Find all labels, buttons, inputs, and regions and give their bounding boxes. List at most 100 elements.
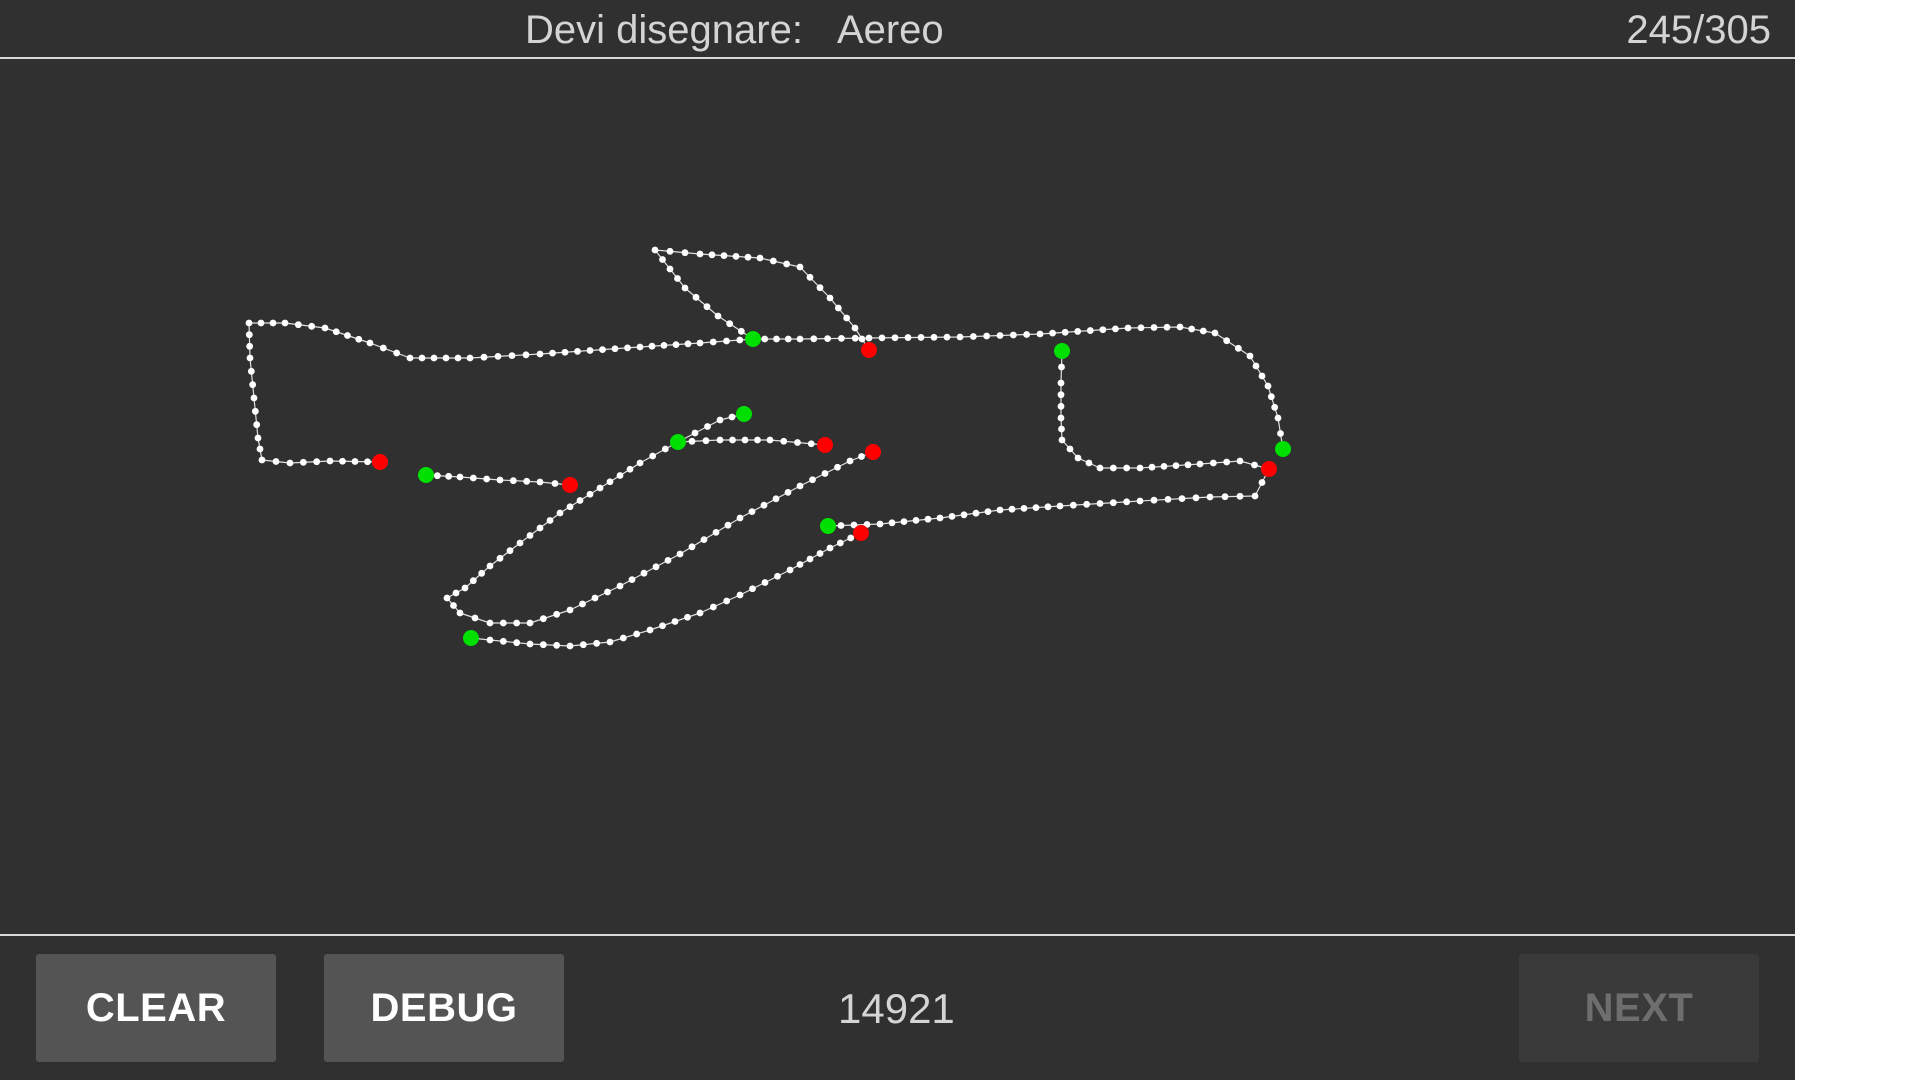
stroke-dot [688,437,696,445]
stroke-dot [456,609,464,617]
stroke-dot [442,354,450,362]
stroke-dot [672,341,680,348]
stroke-dot [591,594,599,602]
stroke-start-marker [736,406,752,422]
stroke-dot [660,342,668,349]
stroke-dot [313,458,321,466]
stroke-dot [783,260,791,268]
stroke-dot [1199,327,1207,335]
stroke-dot [748,508,756,515]
stroke-dot [688,543,696,551]
next-button[interactable]: NEXT [1519,954,1759,1062]
progress-counter: 245/305 [1626,8,1771,52]
stroke-dot [780,437,788,445]
drawing-app: Devi disegnare: Aereo 245/305 CLEAR DEBUG… [0,0,1795,1080]
stroke-start-marker [1275,441,1291,457]
stroke-dot [720,252,728,259]
stroke-dot [1252,362,1260,370]
stroke-dot [513,619,521,627]
clear-button[interactable]: CLEAR [36,954,276,1062]
stroke-start-marker [745,331,761,347]
stroke-dot [900,518,908,525]
stroke-dot [1137,324,1145,332]
stroke-dot [671,618,679,625]
footer-bar: CLEAR DEBUG 14921 NEXT [0,934,1795,1080]
stroke-dot [704,423,711,430]
stroke-dot [553,641,561,649]
stroke-dot [272,458,280,465]
stroke-dot [579,641,587,649]
stroke-dot [924,515,932,523]
stroke-dot [847,534,855,542]
stroke-dot [858,335,866,343]
stroke-dot [606,478,614,486]
header-bar: Devi disegnare: Aereo 245/305 [0,0,1795,59]
stroke-dot [566,503,574,511]
stroke-dot [1150,324,1158,331]
stroke-dot [943,333,951,341]
stroke-dot [461,584,469,592]
stroke-dot [726,320,734,328]
stroke-dot [1074,454,1082,462]
stroke-dot [245,319,253,327]
stroke-dot [1251,492,1259,500]
stroke-start-marker [418,467,434,483]
stroke-dot [1058,363,1065,371]
stroke-dot [784,335,792,343]
stroke-dot [1211,329,1219,337]
stroke-dot [826,544,834,552]
stroke-dot [1234,344,1242,352]
stroke-dot [809,476,816,484]
stroke-dot [766,436,774,444]
stroke-dot [606,638,614,646]
stroke-dot [456,473,464,481]
stroke-dot [1057,402,1065,410]
stroke-dot [651,246,659,254]
stroke-dot [483,475,491,483]
stroke-dot [1057,414,1065,422]
stroke-end-marker [372,454,388,470]
stroke-dot [1044,503,1052,511]
stroke-dot [836,539,844,547]
stroke-dot [452,589,460,597]
stroke-dot [1277,430,1284,437]
stroke-dot [379,344,387,352]
stroke-dot [724,521,732,529]
stroke-dot [546,517,554,524]
stroke-dot [393,349,401,357]
stroke-dot [522,351,530,359]
stroke-end-marker [865,444,881,460]
stroke-dot [526,619,534,627]
stroke-dot [579,600,586,608]
stroke-dot [796,263,804,271]
stroke-dot [1274,414,1282,422]
stroke-dot [834,304,842,312]
stroke-dot [1085,459,1093,467]
stroke-dot [586,347,594,354]
stroke-dot [1150,496,1158,504]
stroke-dot [1136,464,1144,472]
stroke-dot [723,597,731,605]
stroke-dot [1264,382,1272,390]
stroke-dot [696,339,704,347]
stroke-dot [709,603,717,611]
stroke-dot [659,622,666,630]
sketch-svg [245,246,1291,650]
stroke-dot [1049,329,1056,337]
debug-button[interactable]: DEBUG [324,954,564,1062]
stroke-dot [1058,425,1065,433]
drawing-canvas[interactable] [0,59,1795,934]
stroke-dot [769,257,777,265]
stroke-dot [821,470,829,477]
stroke-dot [471,614,479,622]
stroke-dot [1083,500,1091,508]
stroke-dot [1074,328,1082,335]
stroke-dot [1209,459,1217,467]
prompt-word: Aereo [836,8,944,52]
drawing-prompt: Devi disegnare: Aereo [525,6,944,54]
stroke-dot [858,453,865,460]
stroke-dot [509,477,517,485]
stroke-dot [486,636,494,644]
stroke-dot [649,452,657,460]
stroke-dot [983,332,991,340]
